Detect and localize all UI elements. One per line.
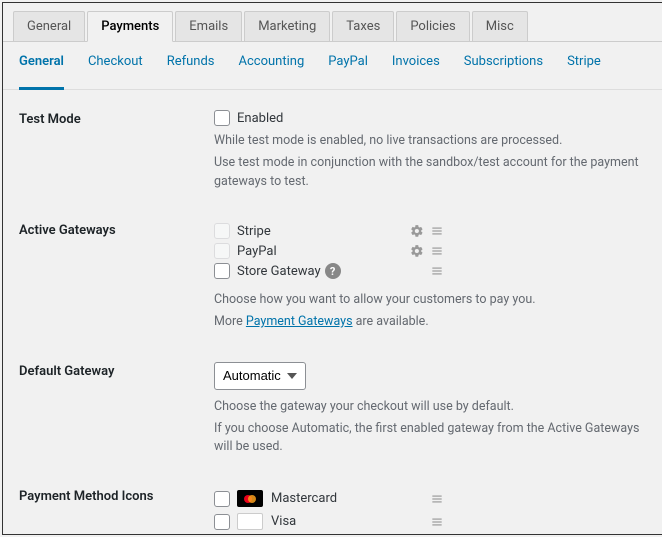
- sub-tab-refunds[interactable]: Refunds: [167, 54, 215, 79]
- mc-card-icon: [237, 490, 263, 507]
- payment-method-item: VISA Visa: [214, 510, 444, 533]
- default-gateway-label: Default Gateway: [19, 362, 214, 457]
- gateway-checkbox[interactable]: [214, 263, 230, 279]
- payment-method-label: Mastercard: [271, 491, 337, 506]
- sub-tab-invoices[interactable]: Invoices: [392, 54, 440, 79]
- default-gateway-select[interactable]: Automatic: [214, 362, 306, 390]
- gateway-label: Stripe: [237, 224, 271, 239]
- gateway-item: Stripe: [214, 221, 444, 241]
- test-mode-help-1: While test mode is enabled, no live tran…: [214, 132, 647, 151]
- gateway-label: PayPal: [237, 244, 277, 259]
- sub-tab-accounting[interactable]: Accounting: [239, 54, 305, 79]
- default-gateway-help-2: If you choose Automatic, the first enabl…: [214, 420, 647, 458]
- payment-gateways-link[interactable]: Payment Gateways: [246, 314, 353, 329]
- test-mode-label: Test Mode: [19, 110, 214, 191]
- sub-tab-stripe[interactable]: Stripe: [567, 54, 601, 79]
- payment-icons-label: Payment Method Icons: [19, 487, 214, 535]
- test-mode-help-2: Use test mode in conjunction with the sa…: [214, 154, 647, 192]
- drag-handle-icon[interactable]: [430, 244, 444, 258]
- gear-icon[interactable]: [410, 224, 424, 238]
- main-tab-taxes[interactable]: Taxes: [332, 11, 394, 41]
- main-tab-policies[interactable]: Policies: [396, 11, 469, 41]
- drag-handle-icon[interactable]: [430, 515, 444, 529]
- gear-icon[interactable]: [410, 244, 424, 258]
- main-tab-emails[interactable]: Emails: [175, 11, 242, 41]
- help-icon[interactable]: ?: [325, 263, 341, 279]
- main-tab-marketing[interactable]: Marketing: [244, 11, 330, 41]
- gateway-checkbox-disabled: [214, 223, 230, 239]
- payment-method-label: Visa: [271, 514, 296, 529]
- payment-method-checkbox[interactable]: [214, 514, 230, 530]
- sub-tab-checkout[interactable]: Checkout: [88, 54, 143, 79]
- main-tab-misc[interactable]: Misc: [472, 11, 528, 41]
- sub-tabs: General Checkout Refunds Accounting PayPal In…: [3, 42, 662, 90]
- drag-handle-icon[interactable]: [430, 224, 444, 238]
- main-tab-payments[interactable]: Payments: [87, 11, 173, 42]
- gateway-checkbox-disabled: [214, 243, 230, 259]
- payment-method-item: AMEXAmerican Express: [214, 533, 444, 535]
- gateway-label: Store Gateway: [237, 264, 321, 279]
- test-mode-enabled-label: Enabled: [237, 111, 283, 126]
- main-tab-general[interactable]: General: [13, 11, 85, 41]
- payment-method-checkbox[interactable]: [214, 491, 230, 507]
- main-tabs: GeneralPaymentsEmailsMarketingTaxesPolic…: [3, 3, 662, 42]
- gateway-item: PayPal: [214, 241, 444, 261]
- sub-tab-general[interactable]: General: [19, 54, 64, 90]
- gateway-item: Store Gateway?: [214, 261, 444, 281]
- sub-tab-paypal[interactable]: PayPal: [328, 54, 368, 79]
- active-gateways-help-1: Choose how you want to allow your custom…: [214, 291, 647, 310]
- active-gateways-help-2: More Payment Gateways are available.: [214, 313, 647, 332]
- test-mode-checkbox[interactable]: [214, 110, 230, 126]
- visa-card-icon: VISA: [237, 513, 263, 530]
- payment-method-item: Mastercard: [214, 487, 444, 510]
- drag-handle-icon[interactable]: [430, 264, 444, 278]
- active-gateways-label: Active Gateways: [19, 221, 214, 332]
- sub-tab-subscriptions[interactable]: Subscriptions: [464, 54, 543, 79]
- default-gateway-help-1: Choose the gateway your checkout will us…: [214, 398, 647, 417]
- drag-handle-icon[interactable]: [430, 492, 444, 506]
